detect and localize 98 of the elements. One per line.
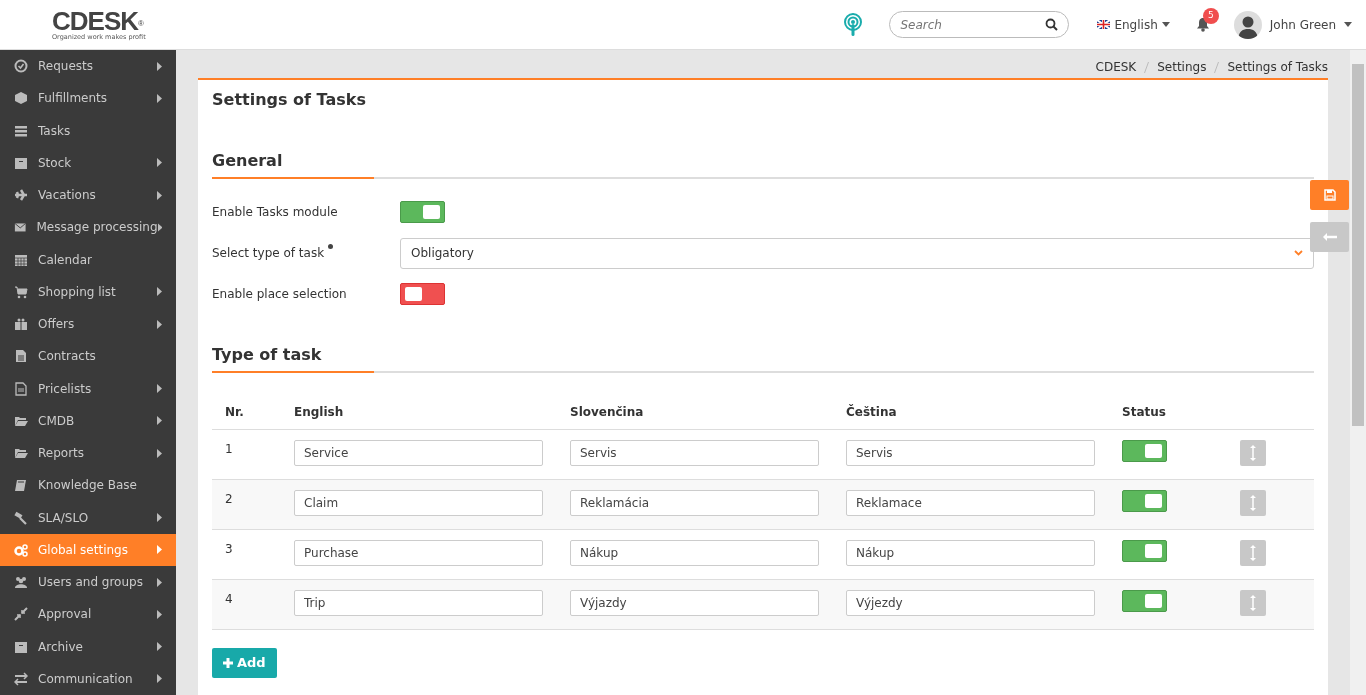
document-icon: [14, 381, 28, 396]
toggle-switch[interactable]: [1122, 440, 1167, 463]
drag-handle[interactable]: [1240, 540, 1266, 567]
toggle-switch[interactable]: [400, 201, 445, 224]
field-label: Enable place selection: [212, 286, 348, 304]
text-input[interactable]: Nákup: [570, 540, 819, 567]
language-selector[interactable]: English: [1114, 15, 1158, 34]
search-field[interactable]: Search: [889, 11, 1070, 38]
toggle-switch[interactable]: [1122, 590, 1167, 613]
sidebar-item[interactable]: SLA/SLO: [0, 501, 176, 534]
chevron-down-icon: [1294, 250, 1303, 257]
sidebar-item[interactable]: Reports: [0, 437, 176, 470]
field-label: Enable Tasks module: [212, 204, 339, 222]
sidebar-item[interactable]: Stock: [0, 146, 176, 179]
sidebar-item[interactable]: Tasks: [0, 114, 176, 147]
column-header: Slovenčina: [570, 393, 846, 430]
vertical-arrows-icon: [1250, 495, 1256, 512]
flag-icon: [1097, 20, 1111, 29]
text-input[interactable]: Servis: [846, 440, 1095, 467]
sidebar-item[interactable]: CMDB: [0, 404, 176, 437]
sidebar-item[interactable]: Vacations: [0, 179, 176, 212]
list-icon: [14, 123, 28, 138]
logo: CDESK$^{®}$: [52, 8, 144, 35]
select-field[interactable]: Obligatory: [400, 237, 1314, 269]
drag-handle[interactable]: [1240, 440, 1266, 467]
sidebar-item[interactable]: Calendar: [0, 243, 176, 276]
exchange-icon: [14, 671, 28, 686]
text-input[interactable]: Reklamácia: [570, 490, 819, 517]
breadcrumb-link[interactable]: Settings: [1157, 58, 1207, 76]
sidebar-item[interactable]: Shopping list: [0, 275, 176, 308]
podcast-icon[interactable]: [843, 12, 864, 37]
breadcrumb-link[interactable]: CDESK: [1095, 58, 1137, 76]
page-title: Settings of Tasks: [212, 90, 367, 110]
column-header: Nr.: [212, 393, 294, 430]
plane-icon: [14, 188, 28, 203]
text-input[interactable]: Servis: [570, 440, 819, 467]
arrows-icon: [14, 607, 28, 622]
section-heading: General: [212, 149, 374, 180]
search-icon[interactable]: [1045, 18, 1059, 31]
toggle-switch[interactable]: [1122, 540, 1167, 563]
column-header: Status: [1122, 393, 1240, 430]
cube-icon: [14, 91, 28, 106]
slash-icon: [1144, 61, 1150, 73]
text-input[interactable]: Reklamace: [846, 490, 1095, 517]
cart-icon: [14, 284, 28, 299]
sidebar-item[interactable]: Fulfillments: [0, 82, 176, 115]
text-input[interactable]: Claim: [294, 490, 543, 517]
sidebar-item[interactable]: Offers: [0, 308, 176, 341]
select-value: Obligatory: [411, 245, 474, 263]
toggle-switch[interactable]: [1122, 490, 1167, 513]
archive-box-icon: [14, 155, 28, 170]
sidebar-item[interactable]: Approval: [0, 598, 176, 631]
users-icon: [14, 575, 28, 590]
calendar-icon: [14, 252, 28, 267]
slash-icon: [1214, 61, 1220, 73]
breadcrumb-current: Settings of Tasks: [1227, 59, 1328, 76]
caret-icon: [1344, 22, 1352, 27]
text-input[interactable]: Trip: [294, 590, 543, 617]
save-button[interactable]: [1310, 180, 1349, 210]
user-menu[interactable]: John Green: [1269, 15, 1336, 34]
vertical-arrows-icon: [1250, 545, 1256, 562]
vertical-arrows-icon: [1250, 445, 1256, 462]
gears-icon: [14, 542, 28, 557]
sidebar-item[interactable]: Contracts: [0, 340, 176, 373]
scrollbar[interactable]: [1350, 50, 1366, 695]
sidebar-item[interactable]: Pricelists: [0, 372, 176, 405]
drag-handle[interactable]: [1240, 590, 1266, 617]
book-icon: [14, 478, 28, 493]
sidebar-item[interactable]: Users and groups: [0, 566, 176, 599]
document-icon: [14, 349, 28, 364]
drag-handle[interactable]: [1240, 490, 1266, 517]
text-input[interactable]: Výjazdy: [570, 590, 819, 617]
plus-icon: [223, 657, 233, 668]
bell-icon[interactable]: [1195, 17, 1210, 32]
sidebar-item[interactable]: Archive: [0, 630, 176, 663]
column-header: Čeština: [846, 393, 1122, 430]
caret-icon: [1161, 22, 1170, 27]
text-input[interactable]: Výjezdy: [846, 590, 1095, 617]
text-input[interactable]: Nákup: [846, 540, 1095, 567]
sidebar-item[interactable]: Knowledge Base: [0, 469, 176, 502]
column-header: English: [294, 393, 570, 430]
check-circle-icon: [14, 59, 28, 74]
text-input[interactable]: Service: [294, 440, 543, 467]
field-label: Select type of task: [212, 245, 325, 263]
archive-box-icon: [14, 639, 28, 654]
section-heading: Type of task: [212, 343, 374, 374]
sidebar-item[interactable]: Message processing: [0, 211, 176, 244]
avatar-icon[interactable]: [1233, 10, 1262, 39]
gavel-icon: [14, 510, 28, 525]
arrow-left-icon: [1322, 233, 1337, 241]
vertical-arrows-icon: [1250, 595, 1256, 612]
sidebar-item[interactable]: Requests: [0, 50, 176, 83]
toggle-switch[interactable]: [400, 283, 445, 306]
sidebar-item[interactable]: Communication: [0, 662, 176, 695]
folder-icon: [14, 446, 28, 461]
notification-count: 5: [1202, 8, 1219, 24]
text-input[interactable]: Purchase: [294, 540, 543, 567]
gift-icon: [14, 317, 28, 332]
